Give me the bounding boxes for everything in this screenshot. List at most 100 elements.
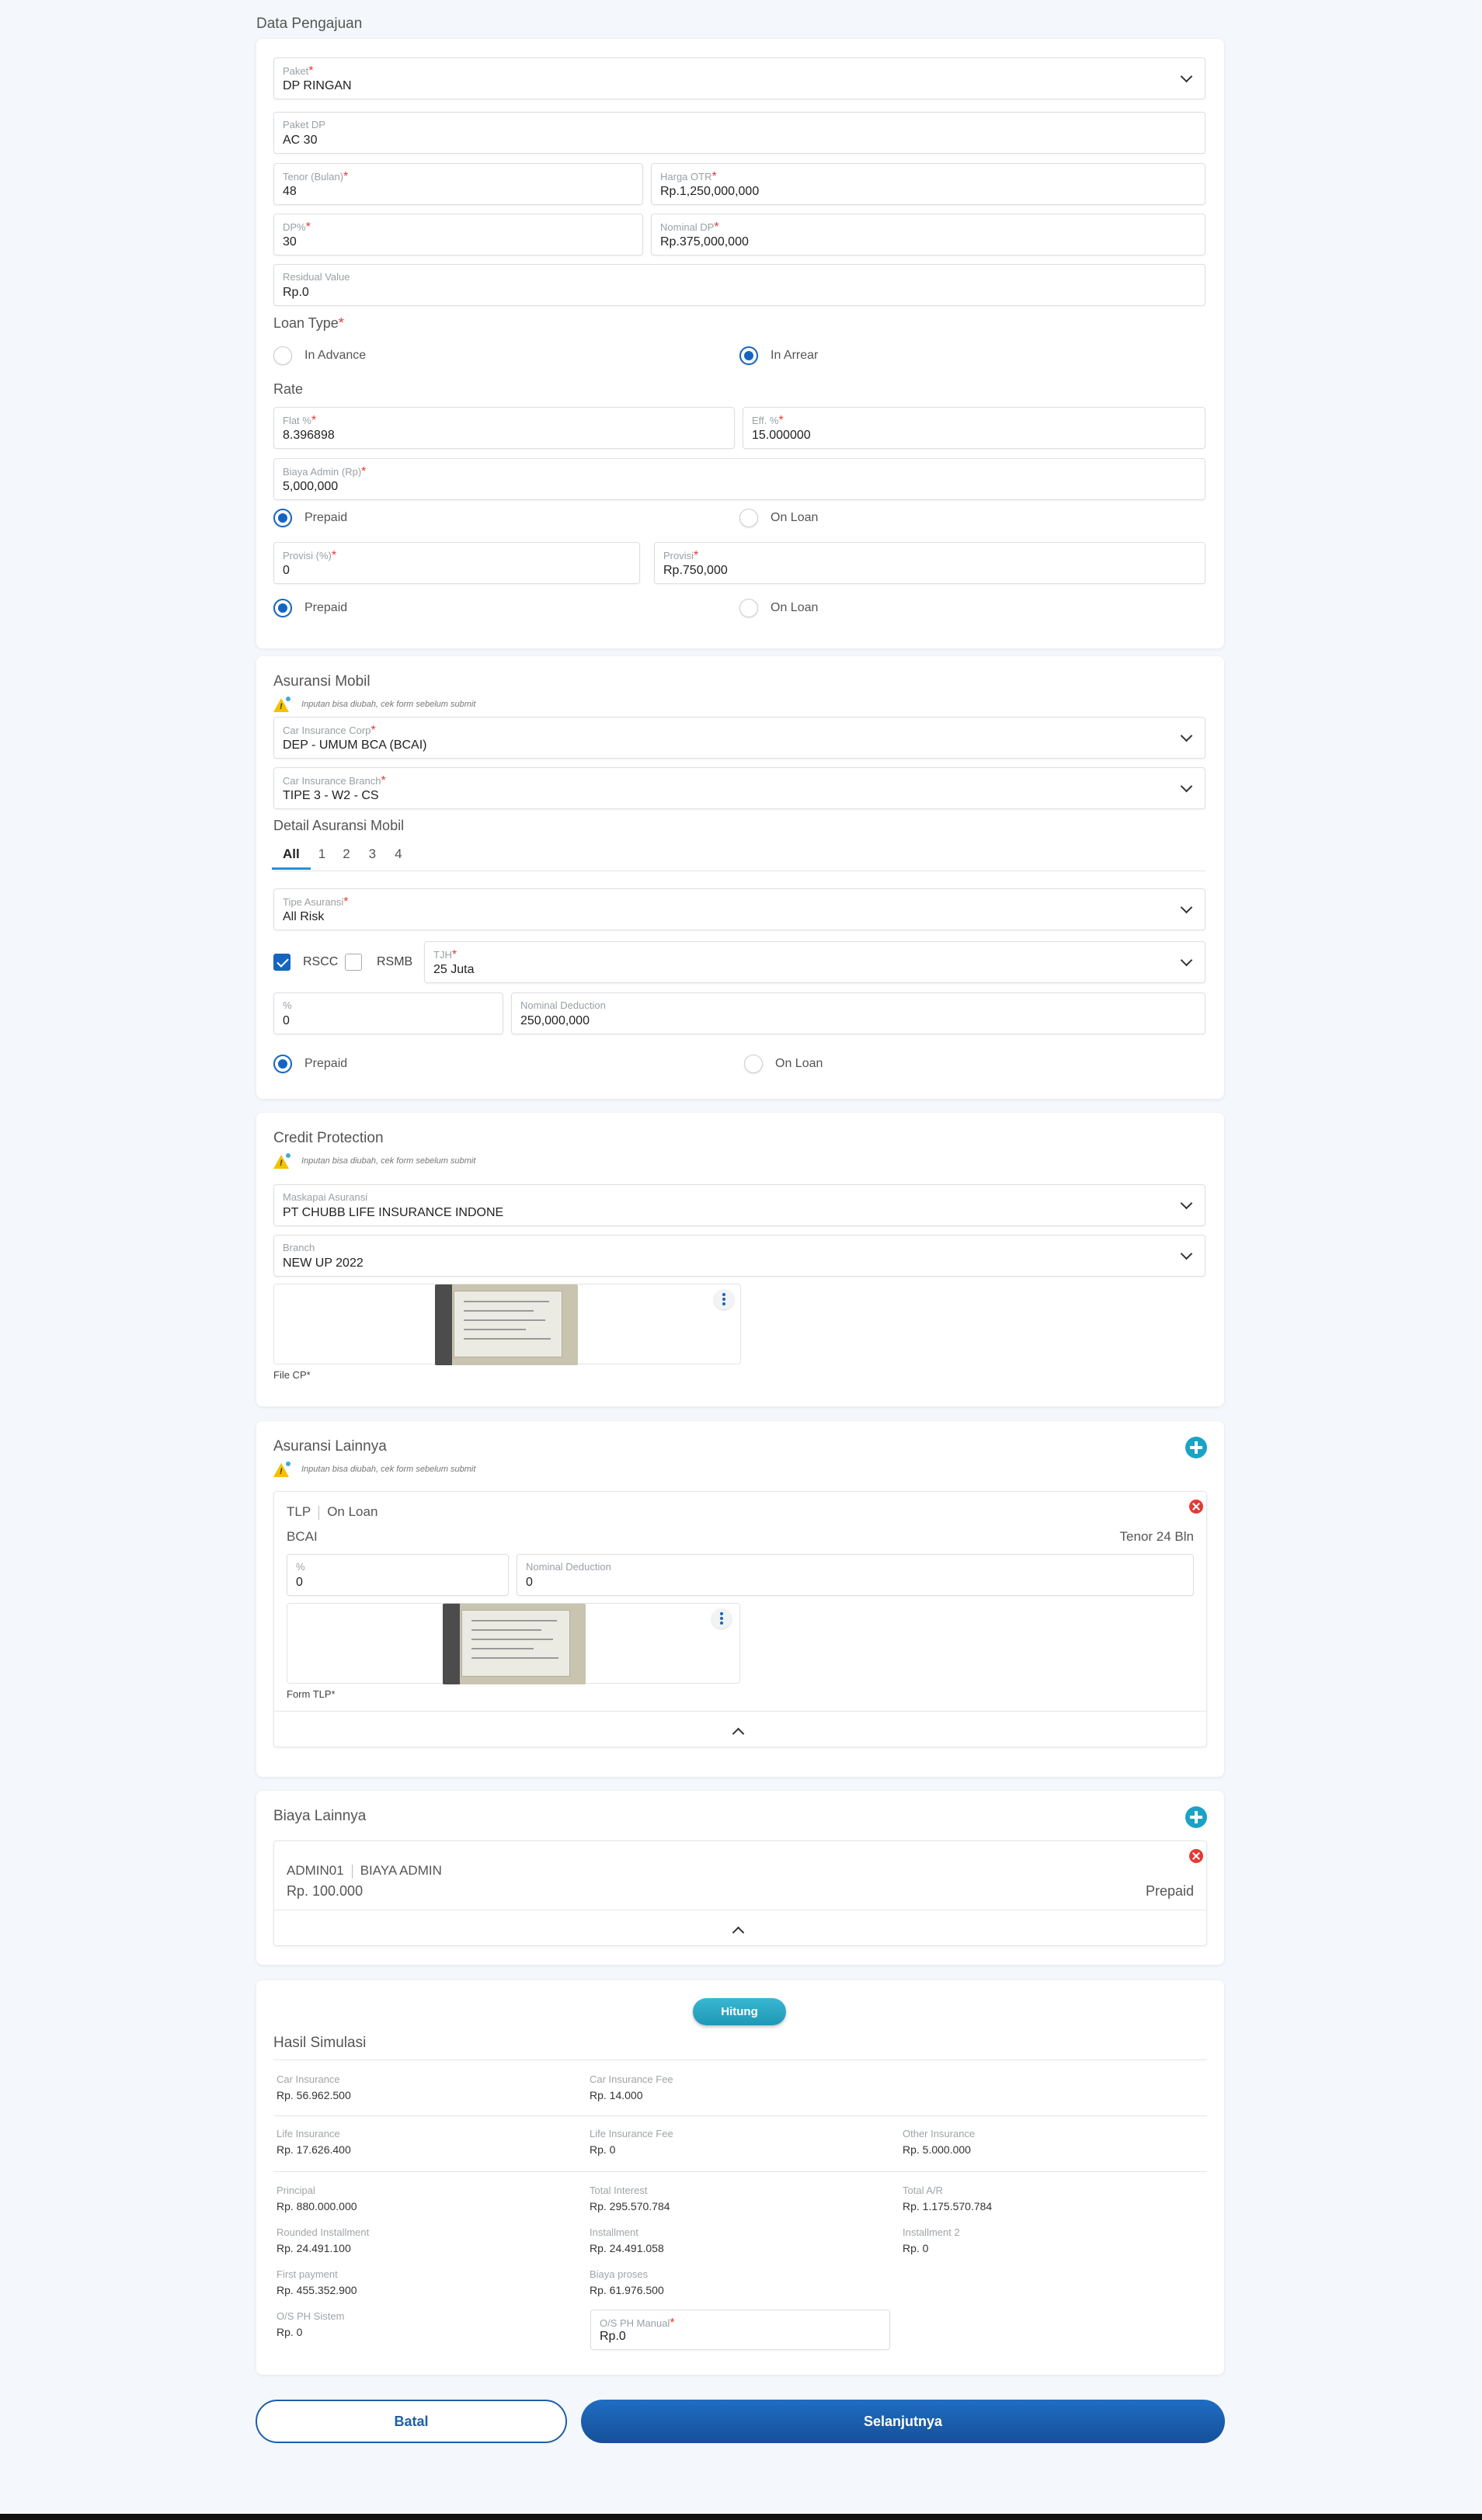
- tjh-select[interactable]: TJH* 25 Juta: [424, 941, 1205, 983]
- other-insurance-header: TLP On Loan: [287, 1504, 377, 1520]
- radio-label: In Arrear: [771, 349, 819, 362]
- hitung-button[interactable]: Hitung: [693, 1998, 786, 2025]
- chevron-up-icon[interactable]: [732, 1727, 745, 1740]
- insurance-code: TLP: [287, 1504, 311, 1519]
- provisi-prepaid-radio[interactable]: Prepaid: [273, 599, 347, 617]
- admin-on-loan-radio[interactable]: On Loan: [739, 509, 818, 527]
- car-insurance-branch-select[interactable]: Car Insurance Branch* TIPE 3 - W2 - CS: [273, 767, 1205, 809]
- cp-branch-select[interactable]: Branch NEW UP 2022: [273, 1235, 1205, 1277]
- insurance-percent-field[interactable]: % 0: [273, 992, 503, 1034]
- flat-rate-field[interactable]: Flat %* 8.396898: [273, 407, 735, 449]
- paket-select[interactable]: Paket* DP RINGAN: [273, 57, 1205, 99]
- harga-otr-field[interactable]: Harga OTR* Rp.1,250,000,000: [651, 163, 1205, 205]
- form-tlp-thumbnail[interactable]: [443, 1604, 586, 1684]
- biaya-admin-field[interactable]: Biaya Admin (Rp)* 5,000,000: [273, 458, 1205, 500]
- tab-all[interactable]: All: [272, 843, 311, 870]
- more-options-icon[interactable]: [714, 1289, 734, 1309]
- car-insurance-on-loan-radio[interactable]: On Loan: [744, 1055, 823, 1073]
- tab-4[interactable]: 4: [385, 843, 411, 870]
- radio-label: In Advance: [304, 349, 367, 362]
- file-cp-thumbnail[interactable]: [435, 1284, 578, 1365]
- dp-percent-field[interactable]: DP%* 30: [273, 214, 643, 255]
- detail-asuransi-title: Detail Asuransi Mobil: [273, 818, 405, 833]
- total-ar-value: Rp. 1.175.570.784: [903, 2200, 993, 2212]
- chevron-down-icon: [1180, 70, 1193, 83]
- provisi-on-loan-radio[interactable]: On Loan: [739, 599, 818, 617]
- car-insurance-prepaid-radio[interactable]: Prepaid: [273, 1055, 347, 1073]
- item-divider: [274, 1711, 1206, 1712]
- card-asuransi-mobil: Asuransi Mobil ! Inputan bisa diubah, ce…: [256, 656, 1224, 1099]
- total-interest-value: Rp. 295.570.784: [590, 2200, 670, 2212]
- insurance-tenor: Tenor 24 Bln: [1119, 1529, 1194, 1544]
- admin-prepaid-radio[interactable]: Prepaid: [273, 509, 347, 527]
- radio-label: Prepaid: [304, 1057, 348, 1070]
- rounded-installment-value: Rp. 24.491.100: [277, 2242, 351, 2254]
- rsmb-checkbox[interactable]: [345, 954, 362, 971]
- file-cp-upload[interactable]: [273, 1284, 741, 1365]
- loan-type-in-advance-radio[interactable]: In Advance: [273, 346, 366, 365]
- tenor-field[interactable]: Tenor (Bulan)* 48: [273, 163, 643, 205]
- other-insurance-item: TLP On Loan BCAI Tenor 24 Bln % 0 Nominal…: [273, 1491, 1207, 1747]
- other-insurance-percent-field[interactable]: % 0: [287, 1554, 509, 1596]
- nominal-dp-field[interactable]: Nominal DP* Rp.375,000,000: [651, 214, 1205, 255]
- provisi-field[interactable]: Provisi* Rp.750,000: [654, 542, 1205, 584]
- os-ph-manual-label: O/S PH Manual*: [600, 2317, 675, 2330]
- other-insurance-deduction-field[interactable]: Nominal Deduction 0: [517, 1554, 1194, 1596]
- cost-payment: Prepaid: [1145, 1883, 1194, 1899]
- principal-value: Rp. 880.000.000: [277, 2200, 357, 2212]
- warning-icon: !: [273, 1460, 292, 1477]
- chevron-down-icon: [1180, 729, 1193, 742]
- chevron-down-icon: [1180, 780, 1193, 793]
- radio-circle-selected: [273, 509, 292, 527]
- loan-type-in-arrear-radio[interactable]: In Arrear: [739, 346, 818, 365]
- eff-rate-field[interactable]: Eff. %* 15.000000: [743, 407, 1205, 449]
- card-biaya-lainnya: Biaya Lainnya ADMIN01 BIAYA ADMIN Rp. 100…: [256, 1791, 1224, 1965]
- tipe-asuransi-select[interactable]: Tipe Asuransi* All Risk: [273, 888, 1205, 930]
- rscc-checkbox[interactable]: [273, 954, 290, 971]
- form-tlp-upload[interactable]: [287, 1603, 740, 1684]
- radio-circle-selected: [273, 599, 292, 617]
- remove-item-icon[interactable]: [1189, 1849, 1203, 1863]
- nominal-dp-value: Rp.375,000,000: [660, 235, 749, 249]
- biaya-lainnya-title: Biaya Lainnya: [273, 1808, 367, 1824]
- os-ph-manual-field[interactable]: O/S PH Manual* Rp.0: [590, 2310, 890, 2350]
- next-button[interactable]: Selanjutnya: [581, 2400, 1225, 2443]
- more-options-icon[interactable]: [711, 1608, 732, 1628]
- hasil-divider: [273, 2171, 1207, 2172]
- edit-note-text: Inputan bisa diubah, cek form sebelum su…: [301, 1156, 476, 1166]
- tab-3[interactable]: 3: [360, 843, 385, 870]
- paket-value: DP RINGAN: [283, 79, 352, 92]
- maskapai-asuransi-select[interactable]: Maskapai Asuransi PT CHUBB LIFE INSURANC…: [273, 1184, 1205, 1226]
- radio-circle: [739, 509, 758, 527]
- tenor-value: 48: [283, 185, 297, 198]
- remove-item-icon[interactable]: [1189, 1500, 1203, 1514]
- tab-1[interactable]: 1: [311, 843, 333, 870]
- radio-label: Prepaid: [304, 511, 348, 524]
- cancel-button[interactable]: Batal: [256, 2400, 567, 2443]
- dp-percent-value: 30: [283, 235, 297, 249]
- nominal-deduction-field[interactable]: Nominal Deduction 250,000,000: [511, 992, 1205, 1034]
- chevron-up-icon[interactable]: [732, 1926, 745, 1939]
- add-insurance-icon[interactable]: [1185, 1437, 1207, 1458]
- other-insurance-deduction-value: 0: [526, 1576, 533, 1589]
- car-insurance-fee-value: Rp. 14.000: [590, 2089, 643, 2101]
- car-insurance-corp-select[interactable]: Car Insurance Corp* DEP - UMUM BCA (BCAI…: [273, 717, 1205, 759]
- paket-dp-field[interactable]: Paket DP AC 30: [273, 112, 1205, 154]
- maskapai-asuransi-label: Maskapai Asuransi: [283, 1191, 368, 1203]
- tab-2[interactable]: 2: [333, 843, 359, 870]
- residual-value-field[interactable]: Residual Value Rp.0: [273, 264, 1205, 306]
- provisi-percent-field[interactable]: Provisi (%)* 0: [273, 542, 640, 584]
- card-asuransi-lainnya: Asuransi Lainnya ! Inputan bisa diubah, …: [256, 1421, 1224, 1777]
- eff-rate-value: 15.000000: [752, 429, 811, 442]
- eff-rate-label: Eff. %*: [752, 414, 784, 427]
- hasil-simulasi-title: Hasil Simulasi: [273, 2035, 367, 2051]
- other-insurance-percent-value: 0: [296, 1576, 303, 1589]
- installment-label: Installment: [590, 2226, 638, 2238]
- nominal-deduction-value: 250,000,000: [520, 1014, 590, 1027]
- principal-label: Principal: [277, 2185, 315, 2196]
- residual-value-value: Rp.0: [283, 286, 309, 299]
- add-cost-icon[interactable]: [1185, 1806, 1207, 1828]
- os-ph-sistem-value: Rp. 0: [277, 2326, 303, 2338]
- cp-branch-label: Branch: [283, 1242, 315, 1253]
- maskapai-asuransi-value: PT CHUBB LIFE INSURANCE INDONE: [283, 1206, 504, 1219]
